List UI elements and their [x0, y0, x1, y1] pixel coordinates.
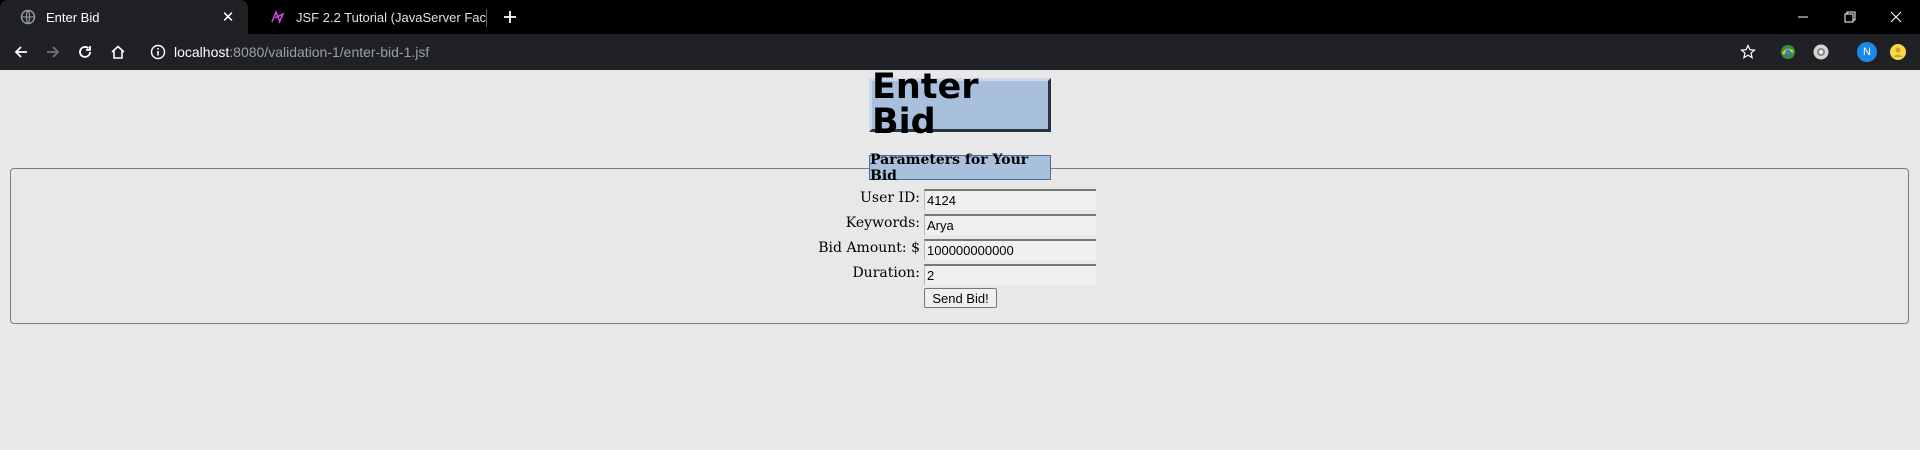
tab-jsf-tutorial[interactable]: JSF 2.2 Tutorial (JavaServer Faces: [250, 0, 486, 34]
account-icon[interactable]: [1889, 43, 1907, 61]
tab-title: JSF 2.2 Tutorial (JavaServer Faces: [296, 9, 486, 25]
bookmark-star-icon[interactable]: [1740, 44, 1756, 60]
home-button[interactable]: [106, 40, 130, 64]
home-icon: [111, 45, 125, 59]
bid-amount-label: Bid Amount: $: [818, 240, 920, 256]
tab-enter-bid[interactable]: Enter Bid ✕: [0, 0, 248, 34]
fieldset-legend: Parameters for Your Bid: [869, 152, 1051, 184]
address-bar[interactable]: localhost:8080/validation-1/enter-bid-1.…: [140, 37, 1766, 67]
close-tab-icon[interactable]: ✕: [220, 9, 236, 26]
back-button[interactable]: [9, 40, 33, 64]
new-tab-button[interactable]: [498, 5, 522, 29]
minimize-button[interactable]: [1780, 0, 1826, 34]
reload-button[interactable]: [73, 40, 97, 64]
user-id-label: User ID:: [860, 190, 920, 206]
send-bid-button[interactable]: Send Bid!: [924, 288, 997, 308]
url-host: localhost: [174, 44, 230, 60]
restore-button[interactable]: [1827, 0, 1873, 34]
page-content: Enter Bid Parameters for Your Bid User I…: [0, 70, 1920, 450]
bid-amount-input[interactable]: [924, 239, 1096, 260]
page-title-box: Enter Bid: [869, 70, 1051, 140]
restore-icon: [1844, 11, 1856, 23]
extension-icon[interactable]: [1779, 43, 1797, 61]
globe-icon: [20, 9, 36, 25]
duration-label: Duration:: [852, 265, 920, 281]
page-title: Enter Bid: [872, 67, 979, 142]
user-id-input[interactable]: [924, 189, 1096, 210]
minimize-icon: [1798, 16, 1808, 18]
tab-separator: [486, 9, 487, 27]
plus-icon: [504, 11, 516, 23]
tab-title: Enter Bid: [46, 9, 100, 25]
reload-icon: [79, 46, 91, 58]
site-info-icon[interactable]: [150, 44, 166, 60]
extension-icon-2[interactable]: [1812, 43, 1830, 61]
forward-button[interactable]: [41, 40, 65, 64]
url-path: :8080/validation-1/enter-bid-1.jsf: [229, 44, 430, 60]
duration-input[interactable]: [924, 264, 1096, 285]
jsf-logo-icon: [271, 9, 285, 24]
profile-avatar[interactable]: N: [1857, 42, 1877, 62]
close-icon: [1890, 11, 1902, 23]
back-arrow-icon: [14, 46, 27, 58]
keywords-label: Keywords:: [845, 215, 920, 231]
close-window-button[interactable]: [1873, 0, 1919, 34]
tab-strip: Enter Bid ✕ JSF 2.2 Tutorial (JavaServer…: [0, 0, 1920, 34]
keywords-input[interactable]: [924, 214, 1096, 235]
browser-toolbar: localhost:8080/validation-1/enter-bid-1.…: [0, 34, 1920, 70]
forward-arrow-icon: [47, 46, 60, 58]
